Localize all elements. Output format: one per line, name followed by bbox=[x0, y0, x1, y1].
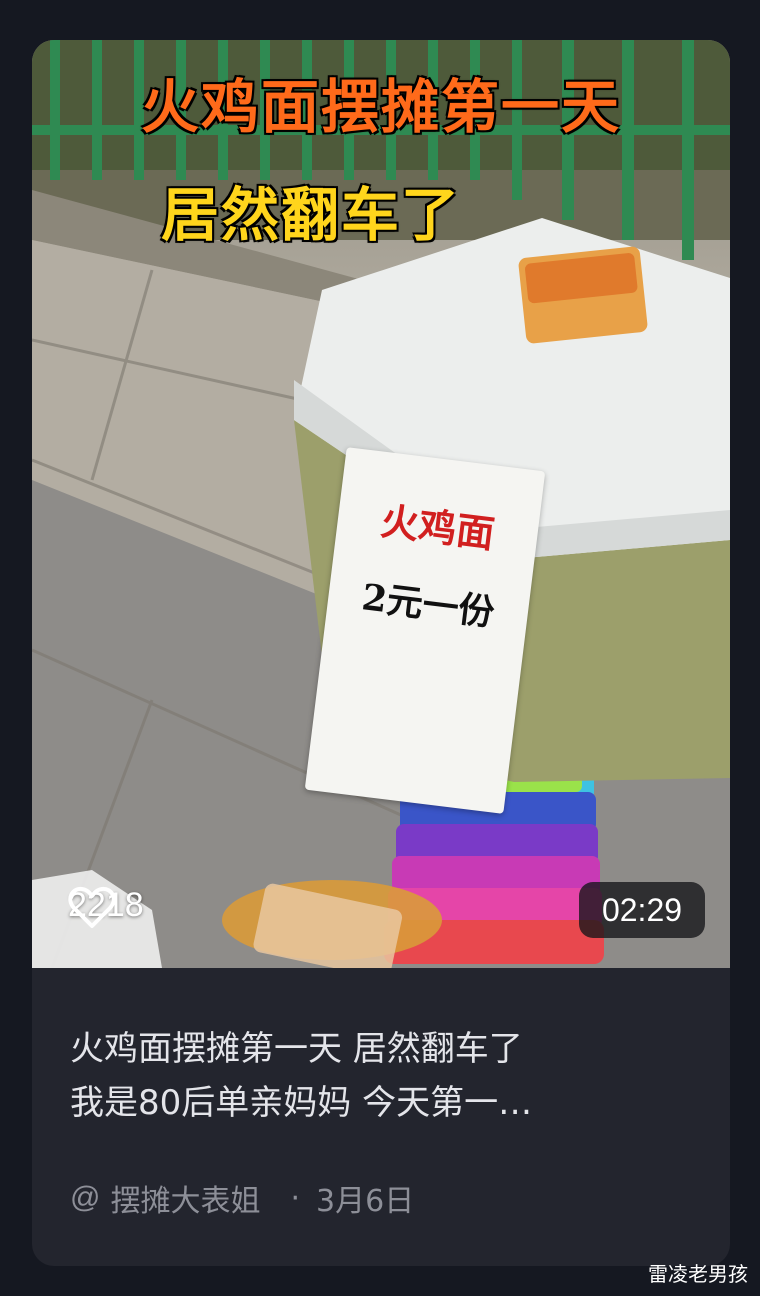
sign-product: 火鸡面 bbox=[378, 497, 497, 557]
video-thumbnail[interactable]: 火鸡面 2元一份 火鸡面摆摊第一天 居然翻车了 2218 02:29 bbox=[32, 40, 730, 968]
meta-separator: · bbox=[290, 1180, 301, 1216]
description-line: 火鸡面摆摊第一天 居然翻车了 bbox=[70, 1029, 523, 1069]
author-name[interactable]: 摆摊大表姐 bbox=[110, 1176, 260, 1220]
overlay-title-line2: 居然翻车了 bbox=[160, 181, 461, 249]
description-line: 我是80后单亲妈妈 今天第一… bbox=[70, 1083, 533, 1123]
video-card[interactable]: 火鸡面 2元一份 火鸡面摆摊第一天 居然翻车了 2218 02:29 火鸡面摆摊… bbox=[32, 40, 730, 1266]
video-description[interactable]: 火鸡面摆摊第一天 居然翻车了 我是80后单亲妈妈 今天第一… bbox=[70, 1022, 690, 1130]
author-prefix: @ bbox=[70, 1181, 101, 1214]
overlay-title-line1: 火鸡面摆摊第一天 bbox=[140, 73, 621, 141]
sign-price: 2元一份 bbox=[359, 576, 497, 635]
price-sign: 火鸡面 2元一份 bbox=[304, 447, 546, 814]
watermark: 雷凌老男孩 bbox=[648, 1262, 748, 1286]
publish-date: 3月6日 bbox=[316, 1184, 415, 1219]
heart-icon bbox=[68, 886, 116, 928]
duration-badge: 02:29 bbox=[579, 882, 705, 938]
video-meta: @ 摆摊大表姐 · 3月6日 bbox=[70, 1176, 414, 1220]
like-counter[interactable]: 2218 bbox=[68, 886, 144, 928]
